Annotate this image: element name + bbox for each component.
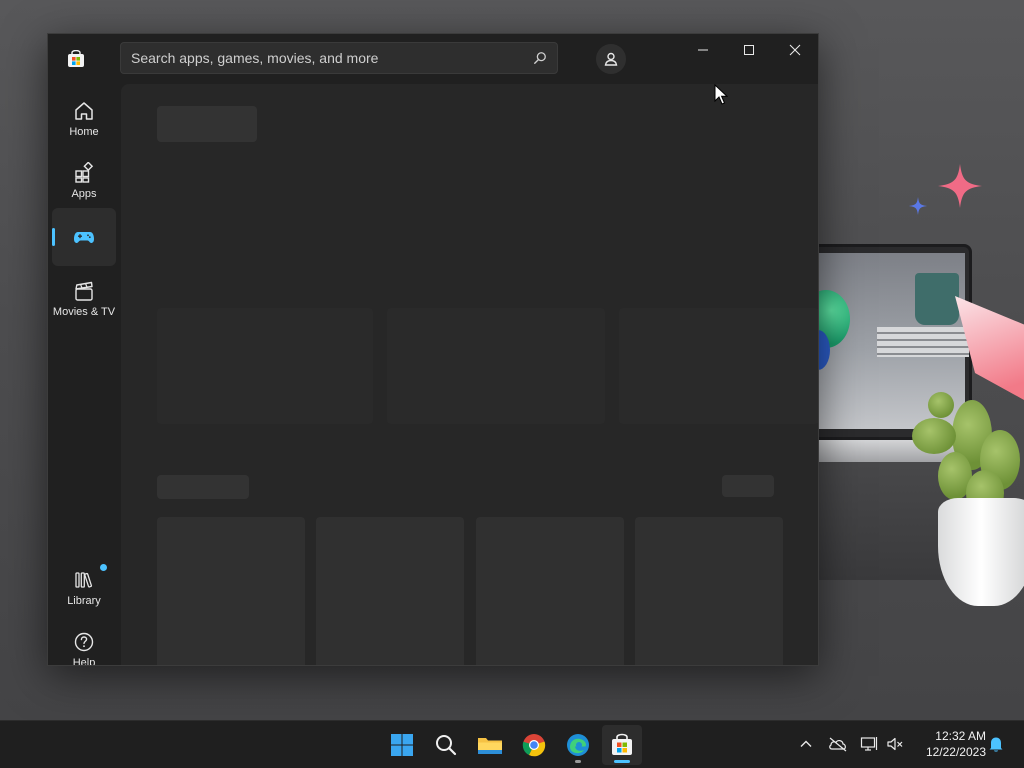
nav-label-apps: Apps bbox=[71, 188, 97, 200]
maximize-icon bbox=[744, 45, 754, 55]
wallpaper-pot bbox=[938, 498, 1024, 606]
nav-item-help[interactable]: Help bbox=[52, 621, 116, 666]
skeleton-hero-card bbox=[157, 308, 373, 424]
search-icon[interactable] bbox=[533, 51, 547, 65]
clock-date: 12/22/2023 bbox=[925, 745, 986, 759]
windows-logo-icon bbox=[391, 734, 413, 756]
taskbar-chrome[interactable] bbox=[514, 725, 554, 765]
skeleton-see-all bbox=[722, 475, 774, 497]
network-tray-button[interactable] bbox=[858, 733, 880, 755]
show-hidden-icons-button[interactable] bbox=[795, 733, 817, 755]
nav-item-library[interactable]: Library bbox=[52, 559, 116, 617]
content-area-loading bbox=[121, 84, 818, 665]
clock-time: 12:32 AM bbox=[935, 729, 986, 743]
chrome-icon bbox=[522, 734, 546, 757]
skeleton-section-heading bbox=[157, 475, 249, 499]
microsoft-store-icon bbox=[612, 733, 632, 755]
skeleton-app-card bbox=[635, 517, 783, 665]
taskbar-search-button[interactable] bbox=[426, 725, 466, 765]
search-icon bbox=[436, 735, 457, 756]
library-badge bbox=[100, 564, 107, 571]
notifications-button[interactable] bbox=[985, 733, 1007, 755]
apps-icon bbox=[75, 162, 94, 183]
clapperboard-icon bbox=[75, 281, 93, 301]
volume-muted-icon bbox=[887, 737, 903, 751]
gamepad-icon bbox=[74, 232, 94, 243]
taskbar-edge[interactable] bbox=[558, 725, 598, 765]
nav-label-library: Library bbox=[67, 595, 101, 607]
close-icon bbox=[789, 44, 801, 56]
home-icon bbox=[75, 102, 93, 120]
nav-label-home: Home bbox=[69, 126, 99, 138]
clock[interactable]: 12:32 AM 12/22/2023 bbox=[914, 728, 986, 760]
edge-icon bbox=[567, 734, 589, 756]
nav-selection-indicator bbox=[52, 228, 55, 246]
taskbar: 12:32 AM 12/22/2023 bbox=[0, 720, 1024, 768]
onedrive-tray-button[interactable] bbox=[827, 733, 849, 755]
nav-label-help: Help bbox=[72, 657, 96, 666]
close-button[interactable] bbox=[772, 34, 818, 66]
title-bar[interactable] bbox=[48, 34, 818, 84]
account-button[interactable] bbox=[596, 44, 626, 74]
account-icon bbox=[604, 52, 618, 66]
wallpaper-blue-sparkle bbox=[909, 197, 927, 215]
maximize-button[interactable] bbox=[726, 34, 772, 66]
chevron-up-icon bbox=[800, 740, 812, 747]
start-button[interactable] bbox=[382, 725, 422, 765]
taskbar-file-explorer[interactable] bbox=[470, 725, 510, 765]
nav-item-movies-tv[interactable]: Movies & TV bbox=[52, 270, 116, 328]
library-icon bbox=[75, 572, 93, 588]
mouse-cursor bbox=[714, 84, 728, 105]
minimize-button[interactable] bbox=[680, 34, 726, 66]
skeleton-hero-card bbox=[387, 308, 605, 424]
skeleton-app-card bbox=[316, 517, 464, 665]
nav-item-apps[interactable]: Apps bbox=[52, 152, 116, 210]
nav-item-home[interactable]: Home bbox=[52, 90, 116, 148]
taskbar-microsoft-store[interactable] bbox=[602, 725, 642, 765]
search-input[interactable] bbox=[131, 50, 533, 66]
network-icon bbox=[860, 737, 878, 751]
skeleton-app-card bbox=[476, 517, 624, 665]
skeleton-hero-card bbox=[619, 308, 818, 424]
nav-label-movies-tv: Movies & TV bbox=[52, 306, 116, 318]
navigation-rail: Home Apps Movies & TV Library Help bbox=[48, 84, 120, 666]
store-window: Home Apps bbox=[47, 33, 819, 666]
wallpaper-pink-sparkle bbox=[938, 164, 982, 208]
skeleton-app-card bbox=[157, 517, 305, 665]
microsoft-store-icon bbox=[68, 50, 84, 67]
minimize-icon bbox=[698, 49, 708, 51]
nav-item-gaming[interactable] bbox=[52, 208, 116, 266]
skeleton-page-title bbox=[157, 106, 257, 142]
help-icon bbox=[74, 632, 94, 652]
onedrive-offline-icon bbox=[829, 737, 847, 752]
file-explorer-icon bbox=[478, 738, 502, 754]
notification-bell-icon bbox=[989, 737, 1003, 752]
search-box[interactable] bbox=[120, 42, 558, 74]
volume-tray-button[interactable] bbox=[884, 733, 906, 755]
